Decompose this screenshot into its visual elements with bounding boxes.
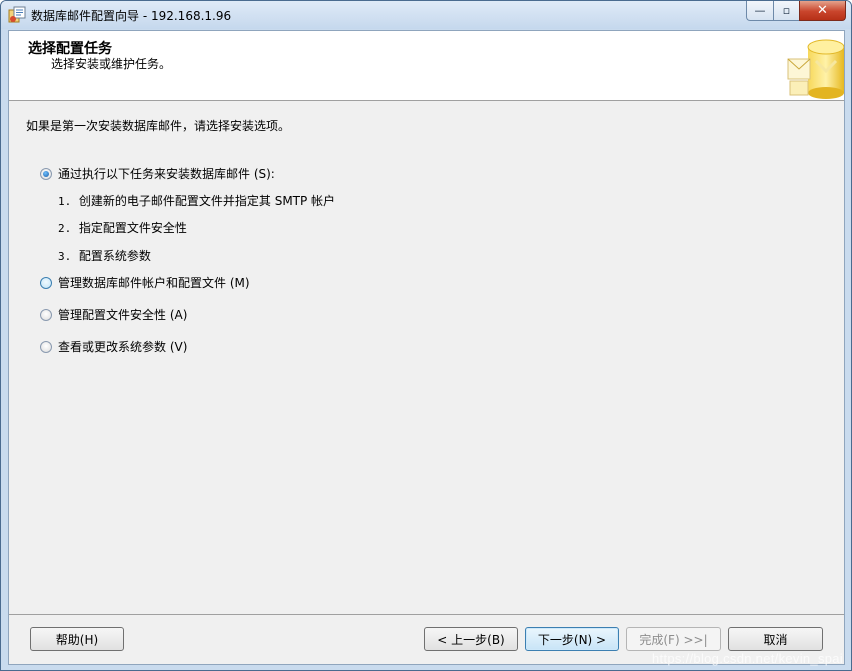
- install-step-2: 2. 指定配置文件安全性: [58, 219, 187, 236]
- maximize-button[interactable]: ▫: [773, 1, 799, 21]
- footer-divider: [9, 614, 844, 615]
- app-icon: [8, 6, 26, 23]
- radio-manage-accounts[interactable]: [40, 276, 52, 289]
- caption-buttons: — ▫ ✕: [746, 1, 846, 21]
- watermark-text: https://blog.csdn.net/kevin_spai: [652, 651, 843, 666]
- help-button[interactable]: 帮助(H): [30, 627, 124, 651]
- step-number: 1.: [58, 195, 72, 208]
- radio-profile-security[interactable]: [40, 308, 52, 321]
- radio-system-parameters[interactable]: [40, 340, 52, 353]
- step-text: 指定配置文件安全性: [78, 221, 187, 235]
- option-manage-accounts[interactable]: 管理数据库邮件帐户和配置文件 (M): [40, 274, 250, 291]
- next-button[interactable]: 下一步(N) >: [525, 627, 619, 651]
- option-profile-security[interactable]: 管理配置文件安全性 (A): [40, 306, 187, 323]
- option-install-label: 通过执行以下任务来安装数据库邮件 (S):: [58, 167, 275, 181]
- radio-install[interactable]: [40, 167, 52, 180]
- option-profile-security-label: 管理配置文件安全性 (A): [58, 308, 188, 322]
- option-system-parameters-label: 查看或更改系统参数 (V): [58, 340, 188, 354]
- back-button[interactable]: < 上一步(B): [424, 627, 518, 651]
- install-step-1: 1. 创建新的电子邮件配置文件并指定其 SMTP 帐户: [58, 192, 335, 209]
- step-number: 3.: [58, 250, 72, 263]
- database-mail-icon: [787, 39, 844, 99]
- window-title: 数据库邮件配置向导 - 192.168.1.96: [31, 9, 232, 23]
- intro-text: 如果是第一次安装数据库邮件，请选择安装选项。: [26, 119, 291, 133]
- minimize-icon: —: [754, 4, 766, 17]
- page-subtitle: 选择安装或维护任务。: [51, 57, 172, 71]
- close-icon: ✕: [817, 3, 828, 18]
- close-button[interactable]: ✕: [799, 1, 846, 21]
- wizard-window: 数据库邮件配置向导 - 192.168.1.96 — ▫ ✕ 选择配置任务 选择…: [0, 0, 852, 671]
- install-step-3: 3. 配置系统参数: [58, 247, 151, 264]
- option-install[interactable]: 通过执行以下任务来安装数据库邮件 (S):: [40, 165, 275, 182]
- wizard-header: 选择配置任务 选择安装或维护任务。: [9, 31, 844, 101]
- wizard-client-area: 选择配置任务 选择安装或维护任务。 如果是第一次安装数据库邮件，请选择安装选项。…: [8, 30, 845, 665]
- cancel-button[interactable]: 取消: [728, 627, 823, 651]
- maximize-icon: ▫: [782, 4, 791, 17]
- minimize-button[interactable]: —: [746, 1, 773, 21]
- title-bar[interactable]: 数据库邮件配置向导 - 192.168.1.96 — ▫ ✕: [1, 1, 851, 29]
- step-number: 2.: [58, 222, 72, 235]
- option-system-parameters[interactable]: 查看或更改系统参数 (V): [40, 338, 187, 355]
- finish-button[interactable]: 完成(F) >>|: [626, 627, 721, 651]
- step-text: 配置系统参数: [78, 249, 151, 263]
- option-manage-accounts-label: 管理数据库邮件帐户和配置文件 (M): [58, 276, 250, 290]
- step-text: 创建新的电子邮件配置文件并指定其 SMTP 帐户: [78, 194, 336, 208]
